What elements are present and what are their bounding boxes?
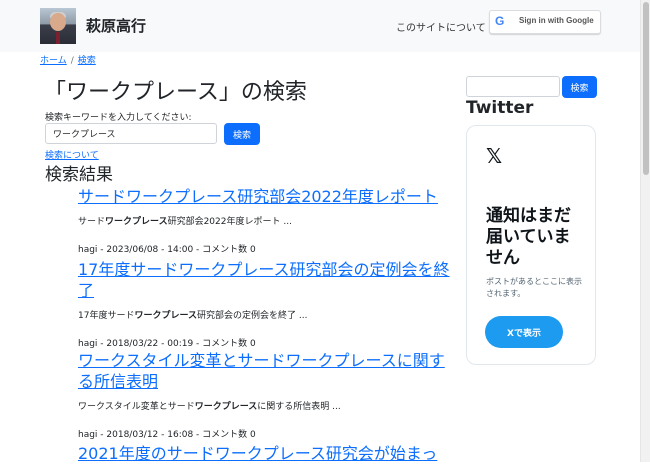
twitter-heading: Twitter bbox=[466, 98, 534, 118]
result-meta: hagi - 2018/03/22 - 00:19 - コメント数 0 bbox=[78, 339, 256, 349]
twitter-empty-subtext: ポストがあるとここに表示されます。 bbox=[486, 277, 582, 298]
result-title[interactable]: ワークスタイル変革とサードワークプレースに関する所信表明 bbox=[78, 350, 456, 392]
result-title[interactable]: 17年度サードワークプレース研究部会の定例会を終了 bbox=[78, 259, 456, 301]
breadcrumb-separator: / bbox=[70, 56, 74, 66]
excerpt-highlight: ワークプレース bbox=[194, 402, 258, 412]
excerpt-highlight: ワークプレース bbox=[105, 217, 168, 227]
excerpt-text: 研究部会2022年度レポート ... bbox=[167, 217, 292, 227]
avatar-tie bbox=[56, 32, 60, 44]
breadcrumb-current[interactable]: 検索 bbox=[78, 56, 96, 66]
avatar-face bbox=[50, 13, 66, 31]
excerpt-text: 研究部会の定例会を終了 ... bbox=[197, 311, 308, 321]
breadcrumb-home[interactable]: ホーム bbox=[40, 56, 67, 66]
result-title[interactable]: サードワークプレース研究部会2022年度レポート bbox=[78, 186, 456, 207]
excerpt-text: に関する所信表明 ... bbox=[257, 402, 341, 412]
avatar[interactable] bbox=[40, 8, 76, 44]
keyword-input[interactable] bbox=[45, 123, 217, 144]
result-item: 17年度サードワークプレース研究部会の定例会を終了 17年度サードワークプレース… bbox=[78, 259, 456, 349]
google-signin-label: Sign in with Google bbox=[519, 16, 594, 25]
view-on-x-button[interactable]: Xで表示 bbox=[485, 316, 563, 348]
site-title[interactable]: 萩原高行 bbox=[86, 15, 146, 36]
excerpt-text: 17年度サード bbox=[78, 311, 135, 321]
search-button[interactable]: 検索 bbox=[224, 123, 260, 145]
x-logo-icon[interactable]: 𝕏 bbox=[486, 144, 502, 168]
result-item: ワークスタイル変革とサードワークプレースに関する所信表明 ワークスタイル変革とサ… bbox=[78, 350, 456, 440]
google-g-icon: G bbox=[495, 14, 505, 28]
breadcrumb: ホーム / 検索 bbox=[40, 53, 96, 66]
result-item: 2021年度のサードワークプレース研究会が始まっ bbox=[78, 443, 456, 464]
google-signin-button[interactable]: G Sign in with Google bbox=[489, 10, 601, 34]
sidebar-search-input[interactable] bbox=[466, 76, 560, 97]
about-site-link[interactable]: このサイトについて bbox=[396, 19, 486, 34]
keyword-label: 検索キーワードを入力してください: bbox=[45, 113, 192, 123]
result-excerpt: ワークスタイル変革とサードワークプレースに関する所信表明 ... bbox=[78, 399, 456, 412]
result-meta: hagi - 2023/06/08 - 14:00 - コメント数 0 bbox=[78, 245, 256, 255]
excerpt-highlight: ワークプレース bbox=[134, 311, 198, 321]
scrollbar-thumb[interactable] bbox=[643, 2, 649, 175]
result-excerpt: 17年度サードワークプレース研究部会の定例会を終了 ... bbox=[78, 308, 456, 321]
page-title: 「ワークプレース」の検索 bbox=[44, 80, 307, 105]
site-header: 萩原高行 このサイトについて G Sign in with Google bbox=[0, 0, 640, 52]
excerpt-text: サード bbox=[78, 217, 106, 227]
sidebar-search-button[interactable]: 検索 bbox=[562, 76, 597, 98]
result-meta: hagi - 2018/03/12 - 16:08 - コメント数 0 bbox=[78, 430, 256, 440]
twitter-empty-heading: 通知はまだ届いていません bbox=[486, 206, 571, 268]
excerpt-text: ワークスタイル変革とサード bbox=[78, 402, 195, 412]
twitter-embed-card: 𝕏 通知はまだ届いていません ポストがあるとここに表示されます。 Xで表示 bbox=[466, 125, 596, 365]
result-excerpt: サードワークプレース研究部会2022年度レポート ... bbox=[78, 214, 456, 227]
result-item: サードワークプレース研究部会2022年度レポート サードワークプレース研究部会2… bbox=[78, 186, 456, 255]
result-title[interactable]: 2021年度のサードワークプレース研究会が始まっ bbox=[78, 443, 456, 464]
page-scrollbar[interactable] bbox=[640, 0, 650, 462]
results-heading: 検索結果 bbox=[45, 165, 113, 185]
